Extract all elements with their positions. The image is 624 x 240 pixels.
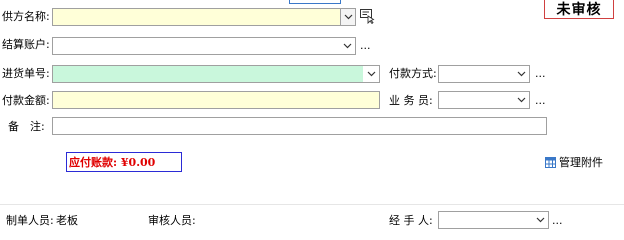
handler-dropdown-button[interactable] [533, 212, 548, 228]
supplier-field[interactable] [52, 8, 356, 26]
supplier-label: 供方名称: [2, 10, 50, 23]
payment-method-label: 付款方式: [389, 67, 437, 80]
chevron-down-icon [536, 217, 545, 223]
account-dropdown-button[interactable] [340, 38, 355, 54]
creator-value: 老板 [56, 214, 78, 227]
account-label: 结算账户: [2, 38, 50, 51]
purchase-no-input[interactable] [53, 66, 363, 82]
payment-method-dropdown-button[interactable] [514, 66, 529, 82]
handler-label: 经 手 人: [389, 214, 433, 227]
chevron-down-icon [367, 71, 376, 77]
status-badge: 未审核 [544, 0, 614, 19]
chevron-down-icon [517, 97, 526, 103]
top-tab-fragment[interactable] [289, 0, 341, 4]
purchase-no-label: 进货单号: [2, 67, 50, 80]
manage-attachment-button[interactable]: 管理附件 [545, 155, 603, 169]
remark-input[interactable] [52, 117, 547, 135]
chevron-down-icon [344, 14, 352, 20]
payment-method-more-button[interactable]: ... [535, 67, 546, 81]
manage-attachment-label: 管理附件 [559, 156, 603, 169]
account-more-button[interactable]: ... [360, 39, 371, 53]
handler-more-button[interactable]: ... [552, 214, 563, 228]
salesperson-field[interactable] [438, 91, 530, 109]
salesperson-more-button[interactable]: ... [535, 94, 546, 108]
grid-icon [545, 156, 556, 168]
supplier-dropdown-button[interactable] [340, 9, 355, 25]
salesperson-dropdown-button[interactable] [514, 92, 529, 108]
chevron-down-icon [343, 43, 352, 49]
footer-divider [0, 204, 624, 205]
creator-label: 制单人员: [6, 214, 54, 227]
supplier-value [53, 10, 56, 23]
amount-label: 付款金额: [2, 94, 50, 107]
payable-amount: 应付账款: ¥0.00 [66, 152, 182, 172]
salesperson-label: 业 务 员: [389, 94, 433, 107]
reviewer-label: 审核人员: [148, 214, 196, 227]
purchase-payment-form: { "status": "未审核", "fields": { "supplier… [0, 0, 624, 238]
remark-label: 备 注: [8, 120, 45, 133]
payment-method-field[interactable] [438, 65, 530, 83]
purchase-no-dropdown-button[interactable] [364, 66, 379, 82]
chevron-down-icon [517, 71, 526, 77]
account-field[interactable] [52, 37, 356, 55]
lookup-icon[interactable] [359, 8, 375, 25]
purchase-no-field[interactable] [52, 65, 380, 83]
handler-field[interactable] [438, 211, 549, 229]
amount-input[interactable] [52, 91, 380, 109]
